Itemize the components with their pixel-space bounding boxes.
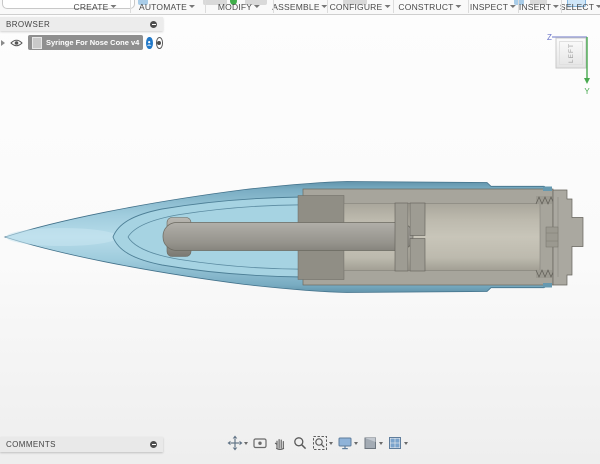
toolbar-divider <box>561 0 562 13</box>
browser-panel-title: BROWSER <box>6 19 51 29</box>
visibility-eye-icon[interactable] <box>10 38 23 48</box>
y-axis-label: Y <box>584 87 590 96</box>
toolbar-divider <box>273 0 274 13</box>
y-axis-arrow <box>584 78 590 84</box>
menu-label: INSERT <box>518 2 552 12</box>
pan-hand-tool-button[interactable] <box>271 435 289 451</box>
chevron-down-icon <box>379 441 383 445</box>
fusion360-window: CREATE AUTOMATE MODIFY ASSEMBLE CONFIGUR… <box>0 0 600 464</box>
menu-modify[interactable]: MODIFY <box>217 2 261 12</box>
viewcube-face-label: LEFT <box>568 43 575 63</box>
navigation-bar <box>226 434 409 452</box>
viewcube[interactable]: LEFT Z Y <box>538 26 600 98</box>
menu-automate[interactable]: AUTOMATE <box>138 2 196 12</box>
chevron-down-icon <box>553 5 560 8</box>
component-document-icon <box>32 36 42 49</box>
zoom-tool-button[interactable] <box>291 435 309 451</box>
look-at-tool-button[interactable] <box>251 435 269 451</box>
comments-panel-title: COMMENTS <box>6 440 56 449</box>
menu-construct[interactable]: CONSTRUCT <box>398 2 462 12</box>
menu-label: INSPECT <box>469 2 509 12</box>
chevron-down-icon <box>329 441 333 445</box>
menu-label: CREATE <box>73 2 109 12</box>
toolbar-divider <box>468 0 469 13</box>
chevron-down-icon <box>110 5 117 8</box>
panel-options-icon[interactable] <box>150 441 157 448</box>
chevron-down-icon <box>455 5 462 8</box>
grid-settings-button[interactable] <box>361 435 384 451</box>
activate-component-radio[interactable] <box>155 36 163 49</box>
menu-create[interactable]: CREATE <box>73 2 117 12</box>
menu-inspect[interactable]: INSPECT <box>469 2 517 12</box>
menu-label: CONFIGURE <box>329 2 383 12</box>
menu-insert[interactable]: INSERT <box>518 2 560 12</box>
component-item[interactable]: Syringe For Nose Cone v4 <box>28 35 144 50</box>
shell-end-ring <box>543 186 552 191</box>
zoom-window-tool-button[interactable] <box>311 435 334 451</box>
chevron-down-icon <box>254 5 261 8</box>
plunger-rod[interactable] <box>162 222 414 251</box>
collaborator-avatar-icon <box>146 36 153 49</box>
viewport-canvas <box>0 14 600 464</box>
toolbar-divider <box>393 0 394 13</box>
menu-label: AUTOMATE <box>138 2 188 12</box>
toolbar-divider <box>205 0 206 13</box>
chevron-down-icon <box>189 5 196 8</box>
menu-label: ASSEMBLE <box>272 2 320 12</box>
menu-label: CONSTRUCT <box>398 2 454 12</box>
menu-assemble[interactable]: ASSEMBLE <box>272 2 328 12</box>
menu-label: SELECT <box>559 2 595 12</box>
viewports-button[interactable] <box>386 435 409 451</box>
panel-options-icon[interactable] <box>150 20 157 28</box>
chevron-down-icon <box>354 441 358 445</box>
chevron-down-icon <box>404 441 408 445</box>
expand-chevron-icon[interactable] <box>1 39 5 46</box>
browser-component-row[interactable]: Syringe For Nose Cone v4 <box>0 35 163 50</box>
menu-label: MODIFY <box>217 2 253 12</box>
toolbar-divider <box>327 0 328 13</box>
display-settings-button[interactable] <box>336 435 359 451</box>
comments-panel-header[interactable]: COMMENTS <box>0 437 163 452</box>
chevron-down-icon <box>244 441 248 445</box>
shell-end-ring <box>543 283 552 288</box>
chevron-down-icon <box>384 5 391 8</box>
browser-panel: BROWSER Syringe For Nose Cone v4 <box>0 17 163 50</box>
toolbar-divider <box>518 0 519 13</box>
ribbon-toolbar: CREATE AUTOMATE MODIFY ASSEMBLE CONFIGUR… <box>0 0 600 15</box>
component-name: Syringe For Nose Cone v4 <box>46 38 140 47</box>
orbit-tool-button[interactable] <box>226 435 249 451</box>
toolbar-divider <box>130 0 131 13</box>
menu-configure[interactable]: CONFIGURE <box>330 2 391 12</box>
browser-panel-header[interactable]: BROWSER <box>0 17 163 31</box>
chevron-down-icon <box>596 5 600 8</box>
z-axis-label: Z <box>547 33 552 42</box>
nose-cone-section-model[interactable] <box>0 14 600 464</box>
menu-select[interactable]: SELECT <box>560 2 600 12</box>
chevron-down-icon <box>510 5 517 8</box>
